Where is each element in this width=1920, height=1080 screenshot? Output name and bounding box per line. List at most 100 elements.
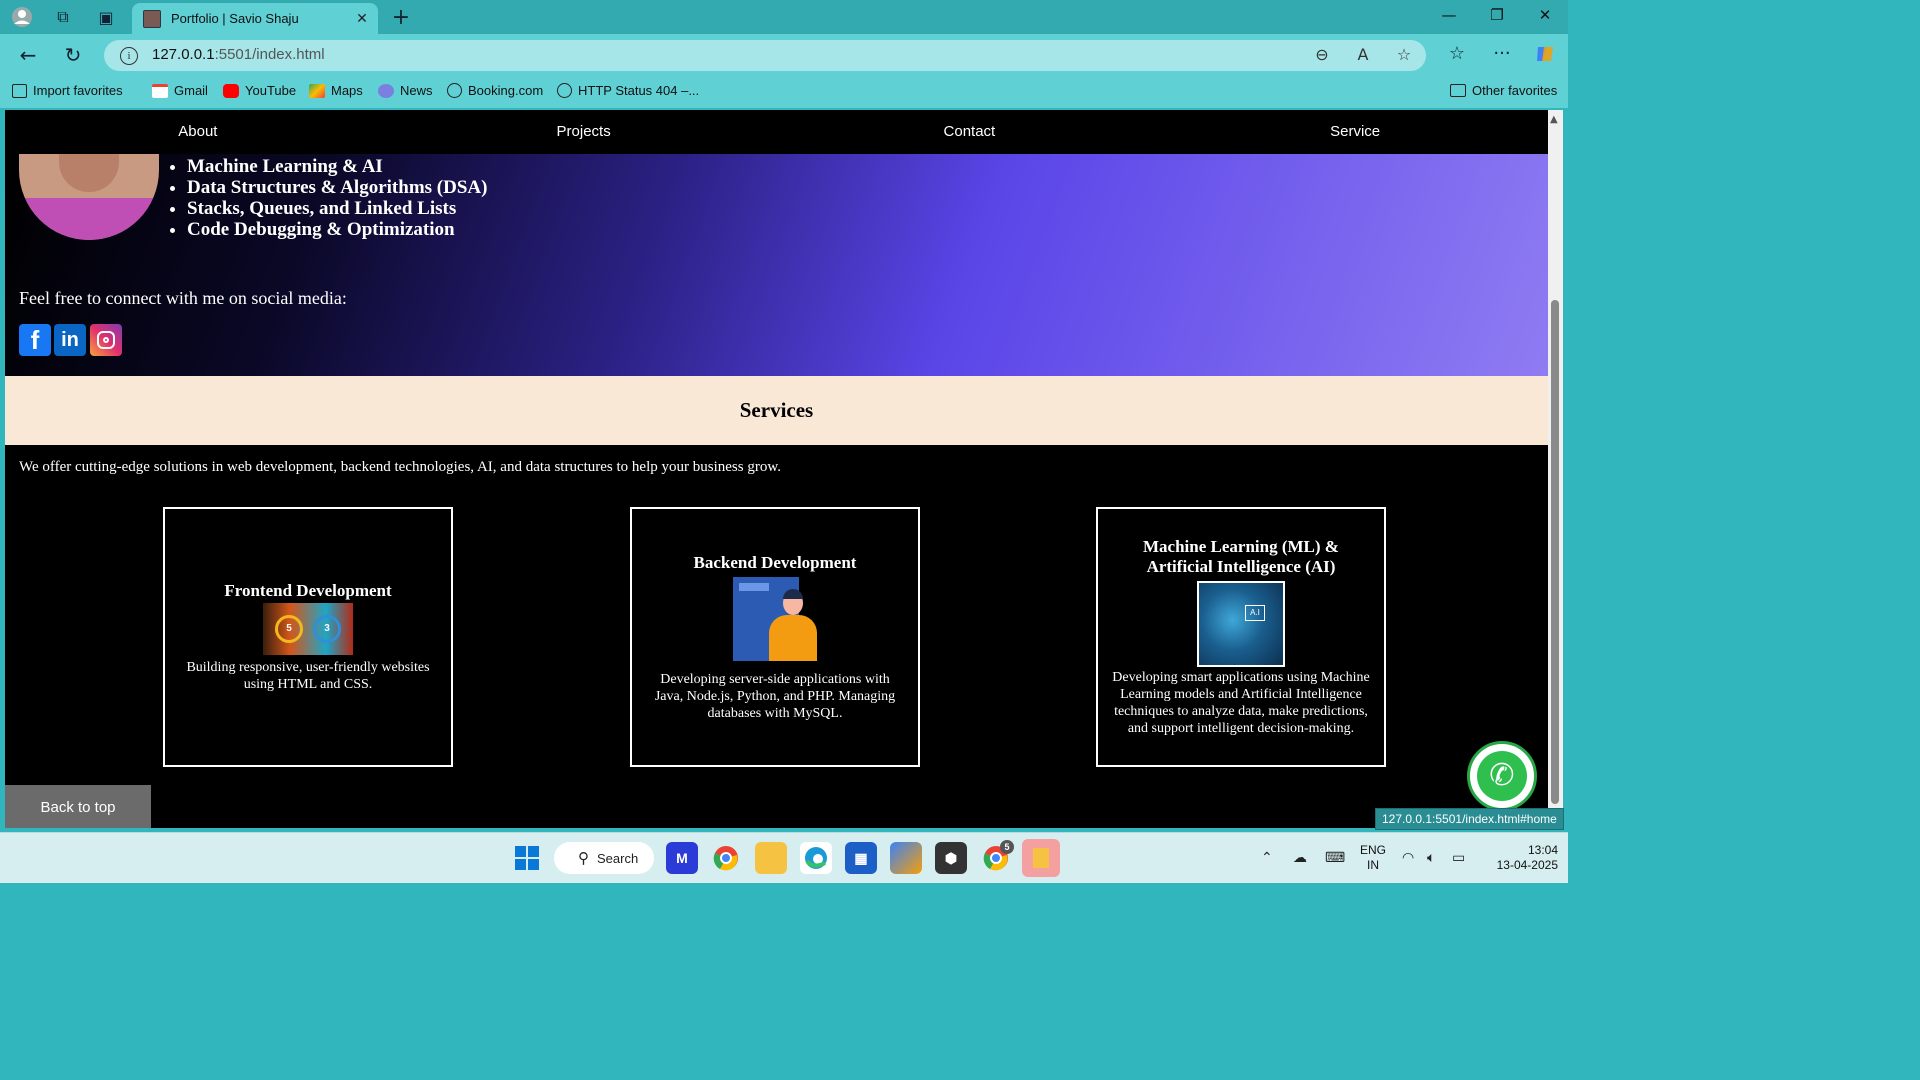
youtube-icon	[223, 83, 239, 98]
notification-badge: 5	[1000, 840, 1014, 854]
search-label: Search	[597, 850, 639, 866]
html5-icon: 5	[275, 615, 303, 643]
import-icon	[12, 83, 27, 98]
lang-secondary: IN	[1367, 858, 1379, 872]
backend-developer-image	[733, 576, 817, 661]
zoom-icon[interactable]: ⊖	[1310, 45, 1334, 64]
page-scrollbar[interactable]: ▲	[1548, 110, 1563, 828]
close-window-icon[interactable]: ✕	[1522, 6, 1568, 24]
card-description: Building responsive, user-friendly websi…	[186, 660, 430, 692]
workspaces-icon[interactable]: ⧉	[52, 6, 74, 28]
favorite-404[interactable]: HTTP Status 404 –...	[557, 83, 699, 98]
favorite-gmail[interactable]: Gmail	[152, 83, 208, 98]
ai-brain-image: A.I	[1197, 581, 1285, 667]
skill-item: Code Debugging & Optimization	[187, 219, 487, 240]
favorite-import[interactable]: Import favorites	[12, 83, 123, 98]
back-arrow-icon[interactable]: ←	[16, 43, 40, 67]
vertical-tabs-icon[interactable]: ▣	[95, 6, 117, 28]
url-input[interactable]: i 127.0.0.1:5501/index.html ⊖ A ☆	[104, 40, 1426, 71]
folder-icon	[1450, 84, 1466, 97]
favorite-booking[interactable]: Booking.com	[447, 83, 543, 98]
phone-call-button[interactable]: ✆	[1467, 741, 1537, 811]
phone-icon: ✆	[1477, 751, 1527, 801]
favorites-icon[interactable]: ☆	[1444, 43, 1470, 64]
minimize-icon[interactable]: —	[1426, 6, 1472, 24]
refresh-icon[interactable]: ↻	[61, 43, 85, 67]
skills-list: Machine Learning & AI Data Structures & …	[169, 156, 487, 240]
card-title: Machine Learning (ML) & Artificial Intel…	[1143, 537, 1339, 576]
card-title: Frontend Development	[224, 581, 392, 600]
keyboard-icon[interactable]: ⌨	[1325, 849, 1345, 866]
copilot-icon[interactable]	[1532, 43, 1558, 70]
service-card-backend: Backend Development Developing server-si…	[630, 507, 920, 767]
services-title: Services	[739, 398, 814, 422]
profile-icon[interactable]	[11, 6, 33, 28]
card-description: Developing smart applications using Mach…	[1112, 670, 1370, 736]
other-favorites[interactable]: Other favorites	[1450, 83, 1557, 98]
show-hidden-icons[interactable]: ⌃	[1261, 849, 1273, 866]
app-icon-2[interactable]: ⬢	[935, 842, 967, 874]
connect-text: Feel free to connect with me on social m…	[19, 288, 347, 308]
services-intro: We offer cutting-edge solutions in web d…	[19, 459, 781, 475]
new-tab-icon[interactable]: +	[390, 5, 412, 30]
skill-item: Machine Learning & AI	[187, 156, 487, 177]
favorite-star-icon[interactable]: ☆	[1392, 45, 1416, 64]
top-nav: About Projects Contact Service	[5, 110, 1548, 154]
ai-brain-graphic: A.I	[1199, 583, 1283, 665]
battery-icon[interactable]: ▭	[1452, 849, 1465, 866]
nav-about[interactable]: About	[5, 110, 391, 154]
language-indicator[interactable]: ENG IN	[1358, 843, 1388, 873]
lang-primary: ENG	[1359, 843, 1386, 857]
app-icon-1[interactable]: M	[666, 842, 698, 874]
tab-portfolio[interactable]: Portfolio | Savio Shaju ✕	[132, 3, 378, 34]
services-header: Services	[5, 376, 1548, 445]
card-title: Backend Development	[693, 552, 857, 572]
app-icon-3[interactable]	[1022, 839, 1060, 877]
file-explorer-icon[interactable]	[755, 842, 787, 874]
favorites-bar: Import favorites Gmail YouTube Maps News…	[0, 76, 1568, 108]
favorite-news[interactable]: News	[378, 83, 433, 98]
app-icon-3-glyph	[1033, 848, 1049, 868]
facebook-icon[interactable]: f	[19, 324, 51, 356]
instagram-icon[interactable]	[90, 324, 122, 356]
clock-date: 13-04-2025	[1496, 858, 1558, 872]
volume-icon[interactable]: 🔈︎	[1427, 849, 1435, 866]
windows-start-icon[interactable]	[511, 842, 543, 874]
service-card-frontend: Frontend Development 53 Building respons…	[163, 507, 453, 767]
restore-icon[interactable]: ❐	[1474, 6, 1520, 24]
service-card-ai: Machine Learning (ML) & Artificial Intel…	[1096, 507, 1386, 767]
linkedin-icon[interactable]: in	[54, 324, 86, 356]
css3-icon: 3	[313, 615, 341, 643]
scroll-up-arrow-icon[interactable]: ▲	[1550, 114, 1558, 125]
person-hair	[783, 588, 803, 599]
ai-chip-icon: A.I	[1245, 605, 1265, 621]
close-tab-icon[interactable]: ✕	[352, 11, 372, 27]
chrome-icon[interactable]	[710, 842, 742, 874]
nav-service[interactable]: Service	[1162, 110, 1548, 154]
clock[interactable]: 13:04 13-04-2025	[1478, 843, 1558, 873]
taskbar-search[interactable]: ⚲ Search	[554, 842, 654, 874]
favorite-maps[interactable]: Maps	[309, 83, 363, 98]
edge-icon[interactable]	[800, 842, 832, 874]
back-to-top-button[interactable]: Back to top	[5, 785, 151, 828]
person-graphic	[769, 614, 817, 661]
site-info-icon[interactable]: i	[120, 47, 138, 65]
chrome-profile-icon[interactable]: 5	[980, 840, 1014, 874]
store-icon[interactable]: ▦	[845, 842, 877, 874]
scroll-thumb[interactable]	[1551, 300, 1559, 804]
instagram-glyph	[97, 331, 115, 349]
address-bar-row: ← ↻ i 127.0.0.1:5501/index.html ⊖ A ☆ ☆ …	[0, 34, 1568, 76]
onedrive-icon[interactable]: ☁	[1293, 849, 1307, 866]
news-icon	[378, 83, 394, 98]
favorite-youtube[interactable]: YouTube	[223, 83, 296, 98]
skill-item: Data Structures & Algorithms (DSA)	[187, 177, 487, 198]
page-viewport: Machine Learning & AI Data Structures & …	[5, 110, 1548, 828]
more-menu-icon[interactable]: ···	[1489, 43, 1515, 64]
html-css-image: 53	[263, 603, 353, 655]
title-bar: ⧉ ▣ Portfolio | Savio Shaju ✕ + — ❐ ✕	[0, 0, 1568, 34]
read-aloud-icon[interactable]: A	[1351, 45, 1375, 64]
copilot-app-icon[interactable]	[890, 842, 922, 874]
wifi-icon[interactable]: ◠	[1402, 849, 1414, 866]
nav-projects[interactable]: Projects	[391, 110, 777, 154]
nav-contact[interactable]: Contact	[777, 110, 1163, 154]
